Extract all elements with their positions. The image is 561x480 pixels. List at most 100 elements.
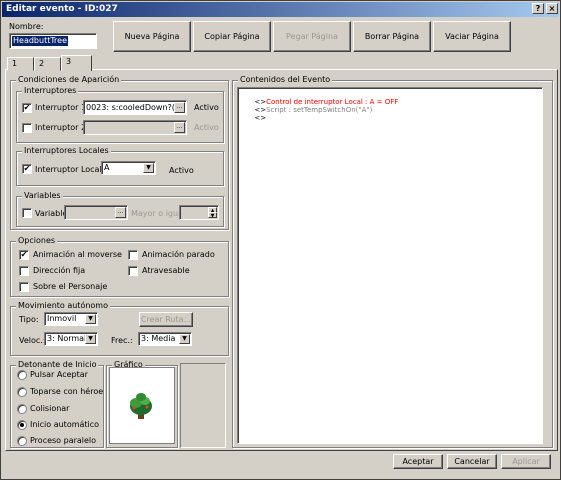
trigger-radio-autorun[interactable] bbox=[17, 420, 27, 430]
trigger-radio-collide[interactable] bbox=[17, 404, 27, 414]
check-icon: ✔ bbox=[23, 164, 31, 173]
paste-page-button[interactable]: Pegar Página bbox=[273, 21, 351, 52]
event-commands-list[interactable]: <>Control de interruptor Local : A = OFF… bbox=[237, 87, 543, 444]
fixed-dir-checkbox[interactable] bbox=[19, 266, 29, 276]
graphic-extra-panel bbox=[180, 363, 226, 448]
dropdown-glyph: ▼ bbox=[88, 335, 93, 342]
local-switch-select[interactable]: A ▼ bbox=[101, 161, 156, 175]
delete-page-button[interactable]: Borrar Página bbox=[353, 21, 431, 52]
switch1-checkbox[interactable]: ✔ bbox=[22, 103, 32, 113]
local-switch-state: Activo bbox=[169, 166, 194, 175]
through-label: Atravesable bbox=[142, 266, 190, 275]
ellipsis-icon: ... bbox=[117, 208, 124, 215]
switch2-checkbox[interactable] bbox=[22, 123, 32, 133]
chevron-down-icon[interactable]: ▼ bbox=[143, 163, 154, 173]
chevron-down-icon[interactable]: ▼ bbox=[85, 334, 96, 344]
switches-group: Interruptores bbox=[16, 86, 224, 143]
trigger-label-parallel: Proceso paralelo bbox=[30, 436, 97, 445]
switch1-field[interactable]: 0023: s:cooledDown?(8640 ... bbox=[83, 100, 187, 115]
name-input[interactable]: HeadbuttTree bbox=[9, 33, 97, 49]
variable-checkbox[interactable] bbox=[22, 208, 32, 218]
stop-anim-checkbox[interactable] bbox=[128, 250, 138, 260]
tab-label: 2 bbox=[39, 59, 45, 68]
close-button[interactable]: × bbox=[546, 3, 558, 14]
edit-event-window: Editar evento - ID:027 ? × Nombre: Headb… bbox=[0, 0, 561, 480]
stop-anim-label: Animación parado bbox=[142, 250, 215, 259]
graphic-preview[interactable] bbox=[109, 367, 175, 444]
variables-title: Variables bbox=[22, 191, 63, 201]
command-line[interactable]: <> bbox=[241, 106, 266, 130]
trigger-label-action: Pulsar Aceptar bbox=[30, 370, 88, 379]
speed-label: Veloc.: bbox=[19, 336, 46, 345]
create-route-button[interactable]: Crear Ruta... bbox=[139, 312, 193, 327]
trigger-title: Detonante de Inicio bbox=[16, 360, 99, 370]
switch2-state: Activo bbox=[194, 123, 219, 132]
tab-page-1[interactable]: 1 bbox=[7, 57, 34, 71]
through-checkbox[interactable] bbox=[128, 266, 138, 276]
frequency-select[interactable]: 3: Media ▼ bbox=[138, 332, 192, 346]
switch2-browse-button[interactable]: ... bbox=[174, 122, 185, 133]
close-icon: × bbox=[548, 4, 556, 13]
fixed-dir-label: Dirección fija bbox=[33, 266, 86, 275]
apply-button[interactable]: Aplicar bbox=[501, 454, 551, 469]
copy-page-button[interactable]: Copiar Página bbox=[193, 21, 271, 52]
command-prefix: <> bbox=[254, 114, 267, 122]
tab-label: 3 bbox=[66, 57, 72, 66]
name-label: Nombre: bbox=[9, 22, 44, 31]
switch1-value: 0023: s:cooledDown?(8640 bbox=[86, 103, 174, 112]
dropdown-glyph: ▼ bbox=[88, 315, 93, 322]
tab-page-2[interactable]: 2 bbox=[34, 57, 61, 71]
switch2-field[interactable]: ... bbox=[83, 120, 187, 135]
movement-group: Movimiento autónomo bbox=[10, 301, 229, 356]
frequency-value: 3: Media bbox=[141, 334, 176, 343]
dropdown-glyph: ▼ bbox=[182, 335, 187, 342]
movement-type-label: Tipo: bbox=[19, 315, 39, 324]
variable-browse-button[interactable]: ... bbox=[115, 207, 126, 218]
chevron-down-icon[interactable]: ▼ bbox=[85, 314, 96, 324]
move-anim-checkbox[interactable]: ✔ bbox=[19, 250, 29, 260]
trigger-radio-parallel[interactable] bbox=[17, 436, 27, 446]
variable-field[interactable]: ... bbox=[64, 205, 128, 220]
switch1-label: Interruptor 1 bbox=[35, 103, 87, 112]
window-title: Editar evento - ID:027 bbox=[6, 4, 118, 14]
cancel-button[interactable]: Cancelar bbox=[447, 454, 497, 469]
chevron-down-icon[interactable]: ▼ bbox=[179, 334, 190, 344]
local-switch-label: Interruptor Local bbox=[35, 165, 102, 174]
above-checkbox[interactable] bbox=[19, 282, 29, 292]
tree-sprite-icon bbox=[130, 393, 152, 419]
movement-type-value: Inmovil bbox=[47, 314, 77, 323]
options-title: Opciones bbox=[16, 236, 58, 246]
help-icon: ? bbox=[535, 4, 541, 13]
switch1-browse-button[interactable]: ... bbox=[174, 102, 185, 113]
spin-down-icon[interactable]: ▼ bbox=[208, 212, 217, 219]
check-icon: ✔ bbox=[23, 103, 31, 112]
contents-title: Contenidos del Evento bbox=[238, 75, 333, 85]
tab-page-3[interactable]: 3 bbox=[61, 55, 92, 71]
new-page-button[interactable]: Nueva Página bbox=[113, 21, 191, 52]
tab-label: 1 bbox=[12, 59, 18, 68]
clear-page-button[interactable]: Vaciar Página bbox=[433, 21, 511, 52]
variable-value-spinner[interactable]: ▲ ▼ bbox=[179, 205, 219, 220]
ellipsis-icon: ... bbox=[176, 123, 183, 130]
conditions-title: Condiciones de Aparición bbox=[16, 75, 122, 85]
movement-type-select[interactable]: Inmovil ▼ bbox=[44, 312, 98, 326]
speed-select[interactable]: 3: Normal ▼ bbox=[44, 332, 98, 346]
above-label: Sobre el Personaje bbox=[33, 282, 108, 291]
check-icon: ✔ bbox=[20, 250, 28, 259]
help-button[interactable]: ? bbox=[532, 3, 544, 14]
trigger-radio-touch[interactable] bbox=[17, 387, 27, 397]
switches-title: Interruptores bbox=[22, 86, 79, 96]
name-value: HeadbuttTree bbox=[12, 36, 69, 46]
ellipsis-icon: ... bbox=[176, 103, 183, 110]
ok-button[interactable]: Aceptar bbox=[393, 454, 443, 469]
movement-title: Movimiento autónomo bbox=[16, 301, 110, 311]
spin-down-glyph: ▼ bbox=[210, 213, 215, 219]
move-anim-label: Animación al moverse bbox=[33, 250, 122, 259]
speed-value: 3: Normal bbox=[47, 334, 87, 343]
variable-compare-label: Mayor o igual bbox=[131, 209, 186, 218]
local-switch-checkbox[interactable]: ✔ bbox=[22, 164, 32, 174]
trigger-label-touch: Toparse con héroe bbox=[30, 387, 104, 396]
local-switches-title: Interruptores Locales bbox=[22, 146, 111, 156]
trigger-radio-action[interactable] bbox=[17, 370, 27, 380]
radio-selected-dot bbox=[20, 423, 24, 427]
